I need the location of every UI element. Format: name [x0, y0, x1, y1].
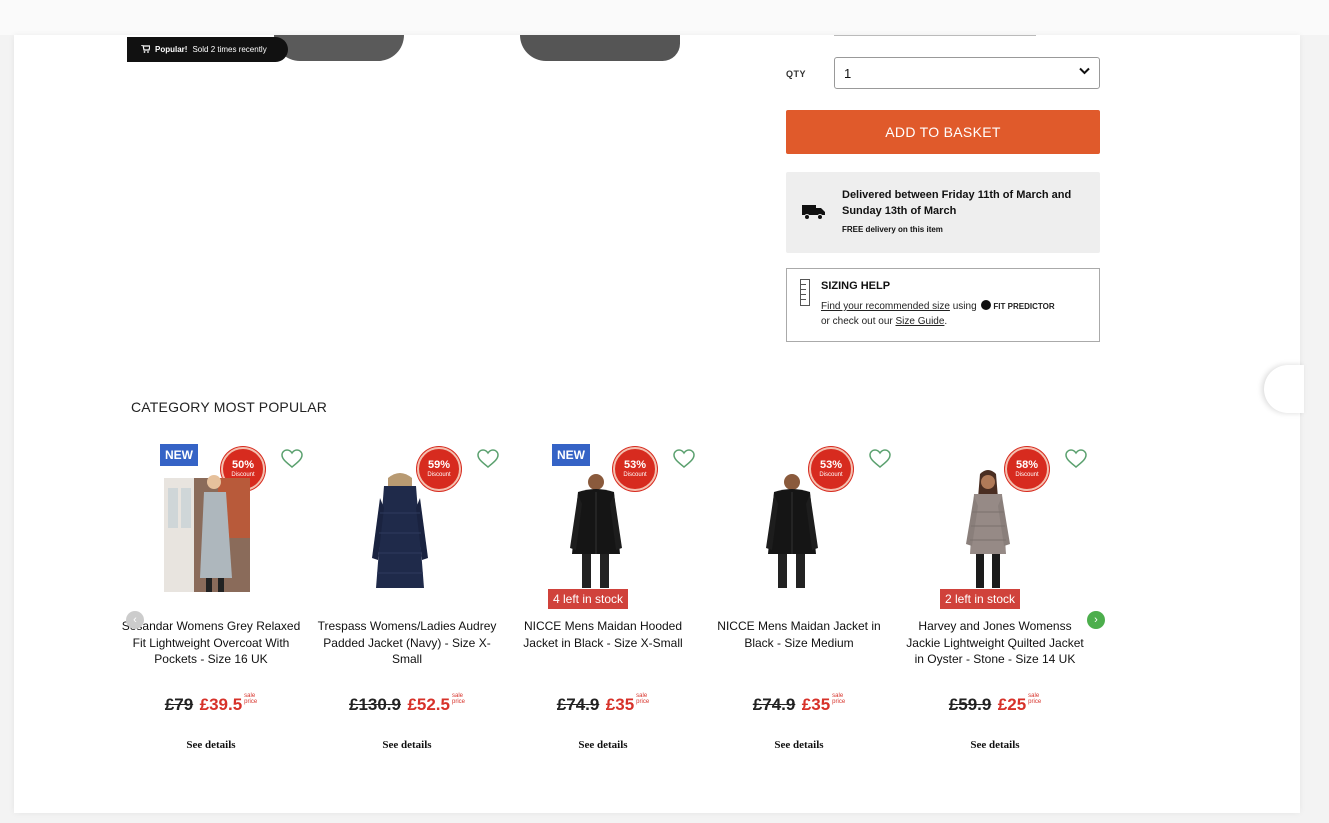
sale-price: £25 — [997, 695, 1027, 714]
popular-badge: Popular! Sold 2 times recently — [127, 37, 288, 62]
product-card[interactable]: NEW 53% Discount 4 left in stock NICCE Me… — [510, 440, 696, 770]
new-badge: NEW — [160, 444, 198, 466]
sale-price-label: sale price — [636, 693, 650, 705]
sizing-using-text: using — [952, 301, 977, 312]
browser-top-area — [0, 0, 1329, 35]
previous-field-border — [834, 35, 1036, 36]
product-name[interactable]: Trespass Womens/Ladies Audrey Padded Jac… — [314, 618, 500, 668]
sale-price: £39.5 — [199, 695, 243, 714]
sizing-help-row: Find your recommended size using FIT PRE… — [821, 300, 1055, 312]
product-card[interactable]: NEW 50% Discount Sosandar Womens Grey Rel… — [118, 440, 304, 770]
old-price: £59.9 — [948, 695, 992, 714]
product-name[interactable]: Sosandar Womens Grey Relaxed Fit Lightwe… — [118, 618, 304, 668]
product-card[interactable]: 59% Discount Trespass Womens/Ladies Audre… — [314, 440, 500, 770]
sale-price-label: sale price — [244, 693, 258, 705]
popular-badge-text: Sold 2 times recently — [192, 45, 267, 54]
sale-price-label: sale price — [832, 693, 846, 705]
product-name[interactable]: Harvey and Jones Womenss Jackie Lightwei… — [902, 618, 1088, 668]
heart-icon[interactable] — [869, 449, 891, 469]
sale-price: £35 — [605, 695, 635, 714]
stock-badge: 2 left in stock — [940, 589, 1021, 609]
product-prices: £130.9 £52.5 sale price — [314, 693, 500, 715]
stock-badge: 4 left in stock — [548, 589, 629, 609]
product-prices: £59.9 £25 sale price — [902, 693, 1088, 715]
size-guide-link[interactable]: Size Guide — [896, 316, 945, 327]
new-badge: NEW — [552, 444, 590, 466]
ruler-icon — [800, 279, 810, 306]
recommended-size-link[interactable]: Find your recommended size — [821, 301, 950, 312]
size-guide-prefix: or check out our — [821, 316, 893, 327]
product-prices: £79 £39.5 sale price — [118, 693, 304, 715]
old-price: £74.9 — [752, 695, 796, 714]
add-to-basket-button[interactable]: ADD TO BASKET — [786, 110, 1100, 154]
product-image-fragment — [274, 35, 404, 61]
carousel-prev-button[interactable]: ‹ — [126, 611, 144, 629]
qty-value: 1 — [844, 65, 852, 81]
old-price: £130.9 — [348, 695, 401, 714]
category-most-popular-title: CATEGORY MOST POPULAR — [131, 399, 328, 415]
qty-select[interactable]: 1 — [834, 57, 1100, 89]
product-image-fragment — [520, 35, 680, 61]
product-photo-woman-grey-coat[interactable] — [148, 468, 258, 592]
product-card[interactable]: 58% Discount 2 left in stock Harvey and J… — [902, 440, 1088, 770]
see-details-link[interactable]: See details — [118, 739, 304, 751]
chevron-down-icon — [1079, 66, 1090, 78]
sizing-help-title: SIZING HELP — [821, 280, 891, 292]
size-guide-period: . — [944, 316, 948, 327]
side-feedback-tab[interactable] — [1264, 365, 1304, 413]
product-photo-navy-padded-jacket[interactable] — [344, 468, 454, 592]
free-delivery-note: FREE delivery on this item — [842, 225, 943, 234]
product-card[interactable]: 53% Discount NICCE Mens Maidan Jacket in … — [706, 440, 892, 770]
product-page: Popular! Sold 2 times recently QTY 1 ADD… — [14, 35, 1300, 813]
sizing-help-box: SIZING HELP Find your recommended size u… — [786, 268, 1100, 342]
heart-icon[interactable] — [281, 449, 303, 469]
see-details-link[interactable]: See details — [510, 739, 696, 751]
product-photo-man-hooded-jacket[interactable] — [540, 468, 650, 592]
qty-label: QTY — [786, 69, 807, 79]
heart-icon[interactable] — [477, 449, 499, 469]
heart-icon[interactable] — [673, 449, 695, 469]
sale-price: £52.5 — [407, 695, 450, 714]
see-details-link[interactable]: See details — [902, 739, 1088, 751]
product-prices: £74.9 £35 sale price — [510, 693, 696, 715]
product-name[interactable]: NICCE Mens Maidan Hooded Jacket in Black… — [510, 618, 696, 651]
fit-predictor-label[interactable]: FIT PREDICTOR — [993, 302, 1054, 311]
popular-badge-bold: Popular! — [155, 45, 188, 54]
size-guide-row: or check out our Size Guide. — [821, 316, 947, 327]
product-prices: £74.9 £35 sale price — [706, 693, 892, 715]
delivery-dates: Delivered between Friday 11th of March a… — [842, 189, 1072, 217]
carousel-next-button[interactable]: › — [1087, 611, 1105, 629]
sale-price-label: sale price — [451, 693, 465, 705]
truck-icon — [802, 204, 826, 220]
old-price: £74.9 — [556, 695, 600, 714]
old-price: £79 — [164, 695, 194, 714]
see-details-link[interactable]: See details — [314, 739, 500, 751]
sale-price-label: sale price — [1028, 693, 1042, 705]
heart-icon[interactable] — [1065, 449, 1087, 469]
product-photo-woman-quilted-jacket[interactable] — [932, 468, 1042, 592]
product-photo-man-black-jacket[interactable] — [736, 468, 846, 592]
delivery-info: Delivered between Friday 11th of March a… — [786, 172, 1100, 253]
sale-price: £35 — [801, 695, 831, 714]
see-details-link[interactable]: See details — [706, 739, 892, 751]
product-name[interactable]: NICCE Mens Maidan Jacket in Black - Size… — [706, 618, 892, 651]
cart-icon — [141, 43, 151, 55]
fit-predictor-icon — [981, 300, 992, 310]
